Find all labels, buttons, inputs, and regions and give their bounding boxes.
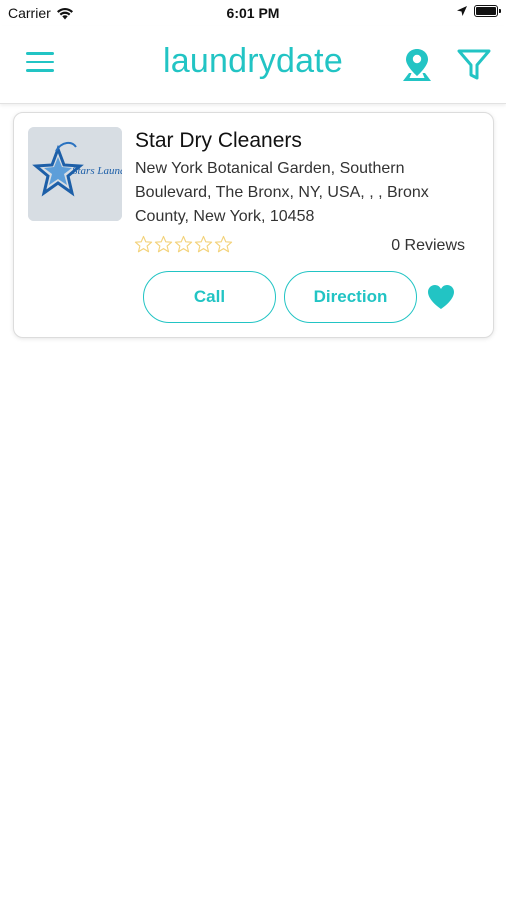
status-bar: Carrier 6:01 PM [0,0,506,26]
screen: Carrier 6:01 PM laundrydate Stars Laun S… [0,0,506,900]
star-icon [174,235,193,253]
star-logo-icon: Stars Laundry [28,127,122,221]
nav-bar: laundrydate [0,26,506,104]
laundry-card[interactable]: Stars Laundry Star Dry Cleaners New York… [13,112,494,338]
star-icon [214,235,233,253]
map-pin-icon [403,49,431,81]
shop-logo-image: Stars Laundry [28,127,122,221]
filter-button[interactable] [455,46,493,84]
favorite-button[interactable] [426,283,456,311]
star-icon [194,235,213,253]
battery-level [476,7,496,15]
filter-icon [457,49,491,80]
star-rating [134,235,233,254]
call-button[interactable]: Call [143,271,276,323]
logo-text: Stars Laundry [72,165,122,177]
status-time: 6:01 PM [226,5,280,21]
star-icon [154,235,173,253]
map-button[interactable] [398,46,436,84]
status-right [456,5,501,17]
battery-icon [474,5,501,17]
location-arrow-icon [457,6,467,16]
shop-address: New York Botanical Garden, Southern Boul… [135,160,429,225]
shop-name[interactable]: Star Dry Cleaners [135,129,302,153]
heart-icon [428,285,454,309]
star-icon [134,235,153,253]
direction-button[interactable]: Direction [284,271,417,323]
reviews-count[interactable]: 0 Reviews [391,237,465,255]
